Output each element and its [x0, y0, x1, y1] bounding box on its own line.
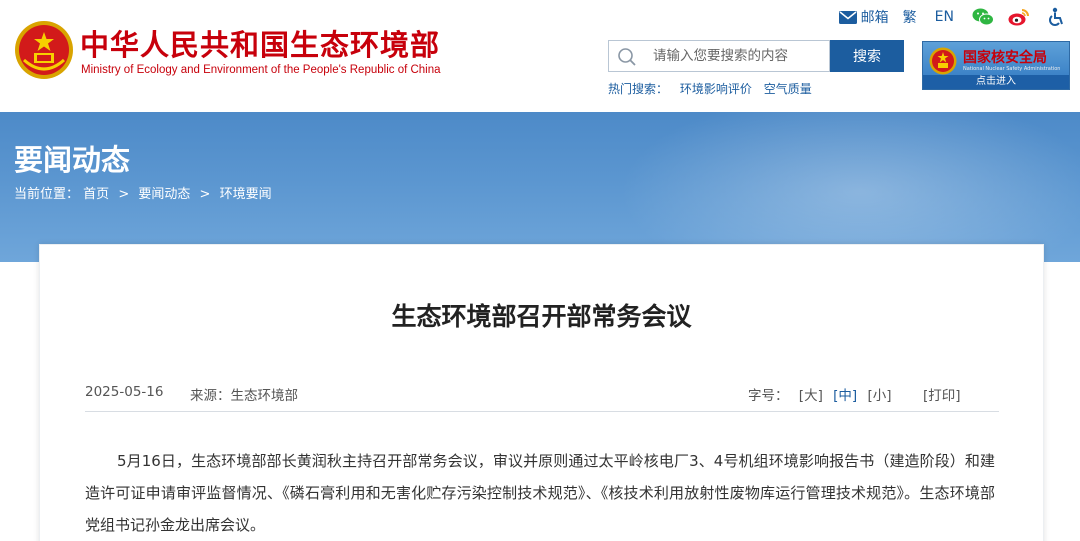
mail-label: 邮箱 [860, 10, 889, 26]
nnsa-emblem-icon [929, 47, 957, 75]
search-button[interactable]: 搜索 [830, 40, 904, 72]
top-links: 邮箱 繁 EN [838, 6, 1080, 28]
section-banner: 要闻动态 当前位置： 首页 > 要闻动态 > 环境要闻 [0, 112, 1080, 262]
print-button[interactable]: [打印] [923, 384, 961, 404]
section-title: 要闻动态 [14, 143, 131, 177]
accessibility-icon[interactable] [1044, 7, 1066, 27]
font-size-label: 字号： [748, 388, 789, 404]
nnsa-banner-link[interactable]: 国家核安全局 National Nuclear Safety Administr… [922, 41, 1070, 90]
weibo-icon[interactable] [1008, 7, 1030, 27]
search-box [608, 40, 830, 72]
site-title[interactable]: 中华人民共和国生态环境部 [80, 22, 440, 64]
font-size-small-button[interactable]: [小] [867, 388, 891, 404]
font-size-medium-button[interactable]: [中] [833, 388, 857, 404]
wechat-icon[interactable] [972, 7, 994, 27]
mail-icon [838, 10, 857, 24]
hot-search-label: 热门搜索： [608, 82, 669, 96]
hot-search: 热门搜索： 环境影响评价 空气质量 [608, 80, 812, 97]
nnsa-title: 国家核安全局 [963, 50, 1047, 66]
breadcrumb-news[interactable]: 要闻动态 [138, 187, 190, 202]
article-meta: 2025-05-16 来源：生态环境部 字号： [大] [中] [小] [打印] [85, 382, 999, 412]
nnsa-subtitle: National Nuclear Safety Administration [963, 66, 1061, 72]
english-link[interactable]: EN [935, 9, 954, 25]
breadcrumb-home[interactable]: 首页 [83, 187, 109, 202]
breadcrumb: 当前位置： 首页 > 要闻动态 > 环境要闻 [14, 183, 272, 202]
article-date: 2025-05-16 [85, 384, 164, 400]
mail-link[interactable]: 邮箱 [838, 7, 889, 27]
font-size-large-button[interactable]: [大] [799, 388, 823, 404]
article-title: 生态环境部召开部常务会议 [391, 302, 692, 331]
hot-search-item[interactable]: 空气质量 [764, 82, 812, 96]
traditional-chinese-link[interactable]: 繁 [903, 7, 917, 27]
article-card: 生态环境部召开部常务会议 2025-05-16 来源：生态环境部 字号： [大]… [39, 244, 1044, 541]
national-emblem-icon[interactable] [14, 20, 74, 80]
article-body: 5月16日，生态环境部部长黄润秋主持召开部常务会议，审议并原则通过太平岭核电厂3… [85, 452, 995, 534]
search-input[interactable] [653, 42, 828, 70]
site-header: 中华人民共和国生态环境部 Ministry of Ecology and Env… [0, 0, 1080, 112]
breadcrumb-label: 当前位置： [14, 187, 80, 202]
article-source: 来源：生态环境部 [190, 388, 298, 404]
breadcrumb-separator: > [199, 187, 211, 202]
site-subtitle: Ministry of Ecology and Environment of t… [81, 64, 441, 76]
hot-search-item[interactable]: 环境影响评价 [680, 82, 752, 96]
nnsa-enter-label: 点击进入 [923, 75, 1069, 89]
search-icon [618, 48, 636, 66]
font-size-controls: 字号： [大] [中] [小] [748, 384, 892, 404]
breadcrumb-separator: > [118, 187, 130, 202]
breadcrumb-environment-news[interactable]: 环境要闻 [220, 187, 272, 202]
